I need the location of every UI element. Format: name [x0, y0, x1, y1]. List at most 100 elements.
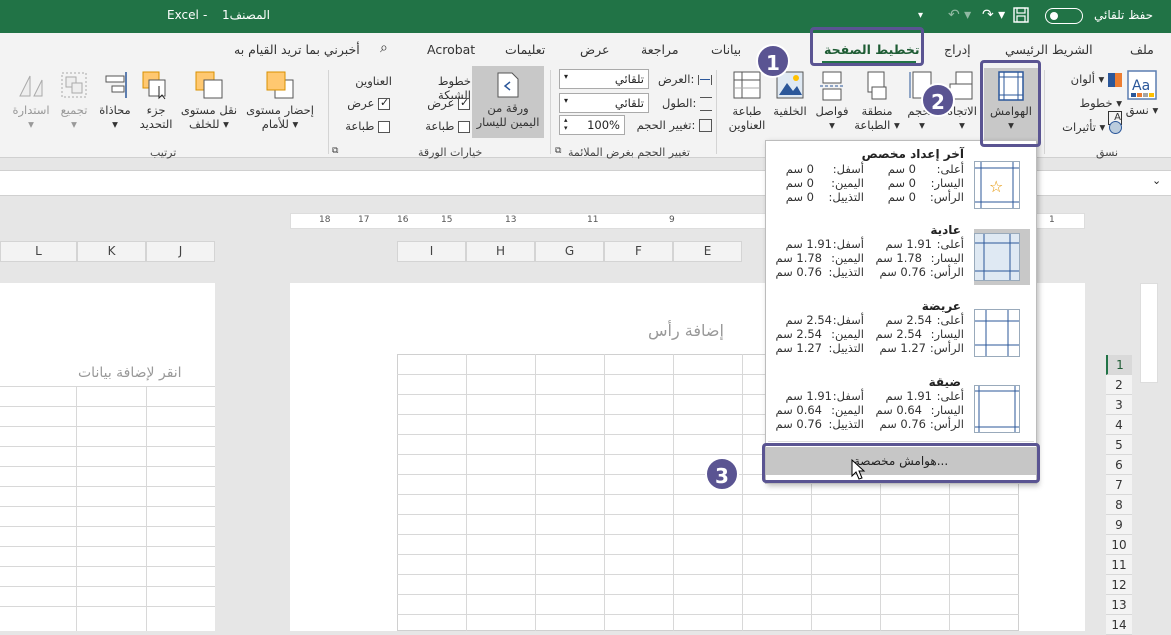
- rotate-button[interactable]: استدارة ▾: [8, 70, 54, 131]
- autosave-label: حفظ تلقائي: [1094, 8, 1154, 22]
- scale-spinner[interactable]: ▴ ▾ 100%: [559, 115, 625, 135]
- group-button[interactable]: تجميع ▾: [56, 70, 92, 131]
- undo-icon[interactable]: ↶ ▾: [948, 7, 971, 23]
- gridlines-print-checkbox[interactable]: [458, 120, 470, 133]
- svg-text:Aa: Aa: [1132, 78, 1150, 94]
- headings-header: العناوين: [355, 74, 392, 88]
- row-header-12[interactable]: 12: [1106, 575, 1132, 595]
- col-header-H[interactable]: H: [466, 241, 535, 262]
- svg-text:☆: ☆: [989, 177, 1003, 196]
- headings-print-checkbox[interactable]: [378, 120, 390, 133]
- row-header-4[interactable]: 4: [1106, 415, 1132, 435]
- tab-view[interactable]: عرض: [580, 42, 609, 57]
- headings-print-label: طباعة: [345, 119, 375, 133]
- row-header-1[interactable]: 1: [1106, 355, 1132, 375]
- tab-acrobat[interactable]: Acrobat: [427, 42, 475, 57]
- autosave-toggle[interactable]: [1045, 8, 1083, 24]
- headings-view-label: عرض: [347, 96, 375, 110]
- option-title: آخر إعداد مخصص: [861, 147, 964, 161]
- print-titles-button[interactable]: طباعة العناوين: [724, 71, 770, 132]
- gridlines-view-row[interactable]: عرض: [420, 96, 470, 110]
- themes-button[interactable]: Aa نسق ▾: [1124, 70, 1160, 117]
- row-header-11[interactable]: 11: [1106, 555, 1132, 575]
- effects-button[interactable]: تأثيرات ▾: [1056, 120, 1122, 134]
- vertical-ruler: [1140, 283, 1158, 383]
- col-header-I[interactable]: I: [397, 241, 466, 262]
- effects-icon: [1109, 121, 1122, 134]
- print-area-icon: [867, 71, 887, 100]
- headings-print-row[interactable]: طباعة: [340, 119, 390, 133]
- bring-forward-button[interactable]: إحضار مستوى للأمام ▾: [244, 70, 316, 131]
- send-backward-label: نقل مستوى للخلف: [180, 103, 238, 131]
- row-header-5[interactable]: 5: [1106, 435, 1132, 455]
- sheet-options-launcher-icon[interactable]: ⧉: [332, 146, 338, 156]
- tell-me-box[interactable]: أخبرني بما تريد القيام به: [234, 42, 360, 57]
- scale-icon: [699, 119, 712, 132]
- selection-pane-icon: [142, 71, 166, 100]
- width-select[interactable]: ▾ تلقائي: [559, 69, 649, 89]
- row-header-14[interactable]: 14: [1106, 615, 1132, 635]
- add-header-placeholder[interactable]: إضافة رأس: [648, 321, 724, 340]
- col-header-F[interactable]: F: [604, 241, 673, 262]
- col-header-E[interactable]: E: [673, 241, 742, 262]
- row-header-2[interactable]: 2: [1106, 375, 1132, 395]
- margins-thumb-wide-icon: [974, 309, 1020, 357]
- col-header-G[interactable]: G: [535, 241, 604, 262]
- height-select[interactable]: ▾ تلقائي: [559, 93, 649, 113]
- click-to-add-data[interactable]: انقر لإضافة بيانات: [78, 365, 182, 381]
- margins-option-last-custom[interactable]: آخر إعداد مخصص ☆ أعلى: 0 سم أسفل: 0 سم الي…: [766, 145, 1036, 221]
- rotate-label: استدارة: [12, 103, 50, 117]
- tab-data[interactable]: بيانات: [711, 42, 741, 57]
- row-header-8[interactable]: 8: [1106, 495, 1132, 515]
- margins-option-normal[interactable]: عادية أعلى: 1.91 سم أسفل: 1.91 سم اليسار: 1…: [766, 221, 1036, 297]
- tab-help[interactable]: تعليمات: [505, 42, 545, 57]
- callout-step-3: 3: [705, 457, 739, 491]
- rtl-sheet-button[interactable]: ورقة من اليمين لليسار: [472, 66, 544, 138]
- row-header-13[interactable]: 13: [1106, 595, 1132, 615]
- gridlines-view-checkbox[interactable]: [458, 96, 470, 110]
- row-header-9[interactable]: 9: [1106, 515, 1132, 535]
- col-header-L[interactable]: L: [0, 241, 77, 262]
- row-header-10[interactable]: 10: [1106, 535, 1132, 555]
- col-header-J[interactable]: J: [146, 241, 215, 262]
- margins-option-narrow[interactable]: ضيقة أعلى: 1.91 سم أسفل: 1.91 سم اليسار: 0.…: [766, 373, 1036, 449]
- row-header-7[interactable]: 7: [1106, 475, 1132, 495]
- row-header-6[interactable]: 6: [1106, 455, 1132, 475]
- group-label: تجميع: [60, 103, 88, 117]
- gridlines-print-row[interactable]: طباعة: [420, 119, 470, 133]
- height-label: الطول:: [662, 96, 697, 110]
- margins-option-wide[interactable]: عريضة أعلى: 2.54 سم أسفل: 2.54 سم اليسار: 2…: [766, 297, 1036, 373]
- doc-name: المصنف1: [222, 8, 271, 22]
- breaks-button[interactable]: فواصل ▾: [812, 71, 852, 132]
- colors-button[interactable]: ألوان ▾: [1066, 72, 1122, 87]
- rtl-sheet-icon: [497, 72, 519, 98]
- colors-label: ألوان: [1070, 72, 1095, 86]
- formula-expand-icon[interactable]: ⌄: [1152, 174, 1161, 187]
- fonts-label: خطوط: [1079, 96, 1113, 110]
- selection-pane-button[interactable]: جزء التحديد: [136, 70, 176, 131]
- redo-icon[interactable]: ↷ ▾: [982, 7, 1005, 23]
- tab-review[interactable]: مراجعة: [641, 42, 679, 57]
- tab-file[interactable]: ملف: [1130, 42, 1154, 57]
- callout-step-1: 1: [756, 44, 790, 78]
- customize-qat-icon[interactable]: ▾: [918, 10, 923, 21]
- headings-view-row[interactable]: عرض: [340, 96, 390, 110]
- callout-step-2: 2: [921, 83, 955, 117]
- height-icon: [700, 96, 712, 111]
- search-icon[interactable]: ⌕: [380, 40, 388, 56]
- print-titles-label: طباعة العناوين: [728, 104, 766, 132]
- themes-label: نسق: [1125, 103, 1149, 117]
- gridlines-print-label: طباعة: [425, 119, 455, 133]
- save-icon[interactable]: [1013, 7, 1029, 27]
- tab-home[interactable]: الشريط الرئيسي: [1005, 42, 1093, 57]
- send-backward-button[interactable]: نقل مستوى للخلف ▾: [176, 70, 242, 131]
- headings-view-checkbox[interactable]: [378, 96, 390, 110]
- print-area-button[interactable]: منطقة الطباعة ▾: [852, 71, 902, 132]
- scale-launcher-icon[interactable]: ⧉: [555, 146, 561, 156]
- tab-insert[interactable]: إدراج: [944, 42, 971, 57]
- background-label: الخلفية: [773, 104, 807, 118]
- col-header-K[interactable]: K: [77, 241, 146, 262]
- row-header-3[interactable]: 3: [1106, 395, 1132, 415]
- align-button[interactable]: محاذاة ▾: [96, 70, 134, 131]
- highlight-custom-margins: [762, 443, 1040, 483]
